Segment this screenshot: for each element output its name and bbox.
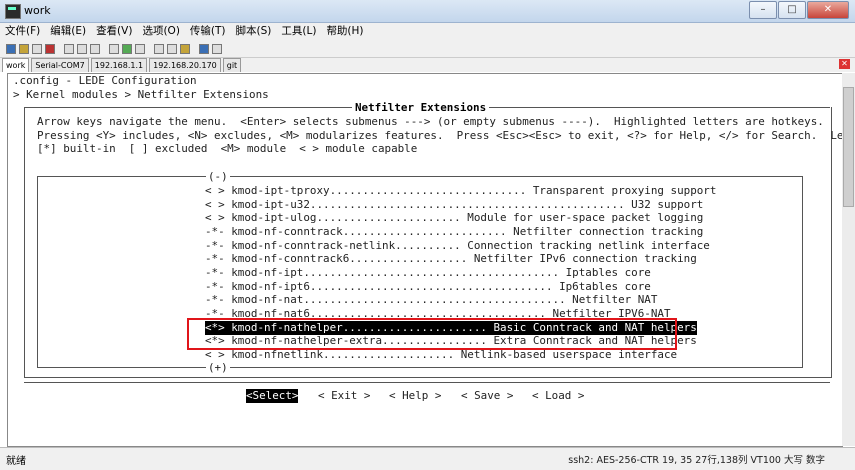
- tab-192-168-20-170[interactable]: 192.168.20.170: [149, 58, 221, 72]
- toolbar: [0, 40, 855, 58]
- window-title: work: [24, 4, 51, 17]
- title-bar: work – □ ✕: [0, 0, 855, 23]
- status-ready: 就绪: [6, 456, 26, 467]
- tab-serial-com7[interactable]: Serial-COM7: [31, 58, 89, 72]
- tab-git[interactable]: git: [222, 58, 242, 72]
- tab-192-168-1-1[interactable]: 192.168.1.1: [90, 58, 148, 72]
- terminal-app-icon: [5, 4, 21, 19]
- menu-item[interactable]: -*- kmod-nf-ipt.........................…: [205, 266, 651, 280]
- minimize-button[interactable]: –: [749, 1, 777, 19]
- button-separator: [24, 382, 830, 383]
- status-connection-info: ssh2: AES-256-CTR 19, 35 27行,138列 VT100 …: [568, 455, 825, 466]
- help-text-3: [*] built-in [ ] excluded <M> module < >…: [37, 142, 418, 155]
- vertical-scrollbar[interactable]: [842, 73, 855, 446]
- menu-file[interactable]: 文件(F): [0, 23, 45, 40]
- maximize-button[interactable]: □: [778, 1, 806, 19]
- quick-connect-icon[interactable]: [19, 43, 29, 54]
- menu-item[interactable]: -*- kmod-nf-conntrack...................…: [205, 225, 703, 239]
- close-tab-icon[interactable]: ✕: [839, 59, 850, 69]
- breadcrumb: > Kernel modules > Netfilter Extensions: [13, 88, 269, 101]
- keymap-icon[interactable]: [167, 43, 177, 54]
- highlight-annotation-box: [187, 318, 677, 350]
- help-text-2: Pressing <Y> includes, <N> excludes, <M>…: [37, 129, 855, 142]
- menu-item[interactable]: < > kmod-ipt-tproxy.....................…: [205, 184, 716, 198]
- menu-item[interactable]: -*- kmod-nf-conntrack-netlink.......... …: [205, 239, 710, 253]
- menu-item[interactable]: < > kmod-ipt-u32........................…: [205, 198, 703, 212]
- find-icon[interactable]: [90, 43, 100, 54]
- session-tabs: work Serial-COM7 192.168.1.1 192.168.20.…: [0, 58, 855, 72]
- connect-icon[interactable]: [6, 43, 16, 54]
- menu-view[interactable]: 查看(V): [91, 23, 137, 40]
- log-icon[interactable]: [135, 43, 145, 54]
- menu-item[interactable]: -*- kmod-nf-nat.........................…: [205, 293, 657, 307]
- load-button[interactable]: < Load >: [532, 389, 584, 403]
- menu-bar: 文件(F) 编辑(E) 查看(V) 选项(O) 传输(T) 脚本(S) 工具(L) 帮助(H): [0, 23, 855, 40]
- settings-icon[interactable]: [154, 43, 164, 54]
- menu-script[interactable]: 脚本(S): [231, 23, 277, 40]
- menu-item[interactable]: < > kmod-nfnetlink.................... N…: [205, 348, 677, 362]
- sftp-icon[interactable]: [212, 43, 222, 54]
- select-button[interactable]: <Select>: [246, 389, 299, 403]
- dialog-title: Netfilter Extensions: [352, 101, 490, 115]
- menu-tools[interactable]: 工具(L): [276, 23, 321, 40]
- config-title: .config - LEDE Configuration: [13, 74, 197, 87]
- print-icon[interactable]: [109, 43, 119, 54]
- script-icon[interactable]: [180, 43, 190, 54]
- status-bar: 就绪 ssh2: AES-256-CTR 19, 35 27行,138列 VT1…: [0, 447, 855, 470]
- menu-options[interactable]: 选项(O): [137, 23, 184, 40]
- scroll-down-indicator: (+): [206, 361, 230, 375]
- menu-item[interactable]: < > kmod-ipt-ulog...................... …: [205, 211, 703, 225]
- transfer-icon[interactable]: [122, 43, 132, 54]
- menu-edit[interactable]: 编辑(E): [45, 23, 91, 40]
- session-icon[interactable]: [32, 43, 42, 54]
- help-text-1: Arrow keys navigate the menu. <Enter> se…: [37, 115, 824, 128]
- menu-item[interactable]: -*- kmod-nf-ipt6........................…: [205, 280, 651, 294]
- save-button[interactable]: < Save >: [461, 389, 513, 403]
- tab-work[interactable]: work: [2, 58, 30, 72]
- disconnect-icon[interactable]: [45, 43, 55, 54]
- help-icon[interactable]: [199, 43, 209, 54]
- scroll-up-indicator: (-): [206, 170, 230, 184]
- help-button[interactable]: < Help >: [389, 389, 441, 403]
- paste-icon[interactable]: [77, 43, 87, 54]
- menu-transfer[interactable]: 传输(T): [185, 23, 231, 40]
- scrollbar-thumb[interactable]: [843, 87, 854, 207]
- copy-icon[interactable]: [64, 43, 74, 54]
- menu-help[interactable]: 帮助(H): [321, 23, 368, 40]
- close-button[interactable]: ✕: [807, 1, 849, 19]
- menu-item[interactable]: -*- kmod-nf-conntrack6..................…: [205, 252, 697, 266]
- exit-button[interactable]: < Exit >: [318, 389, 370, 403]
